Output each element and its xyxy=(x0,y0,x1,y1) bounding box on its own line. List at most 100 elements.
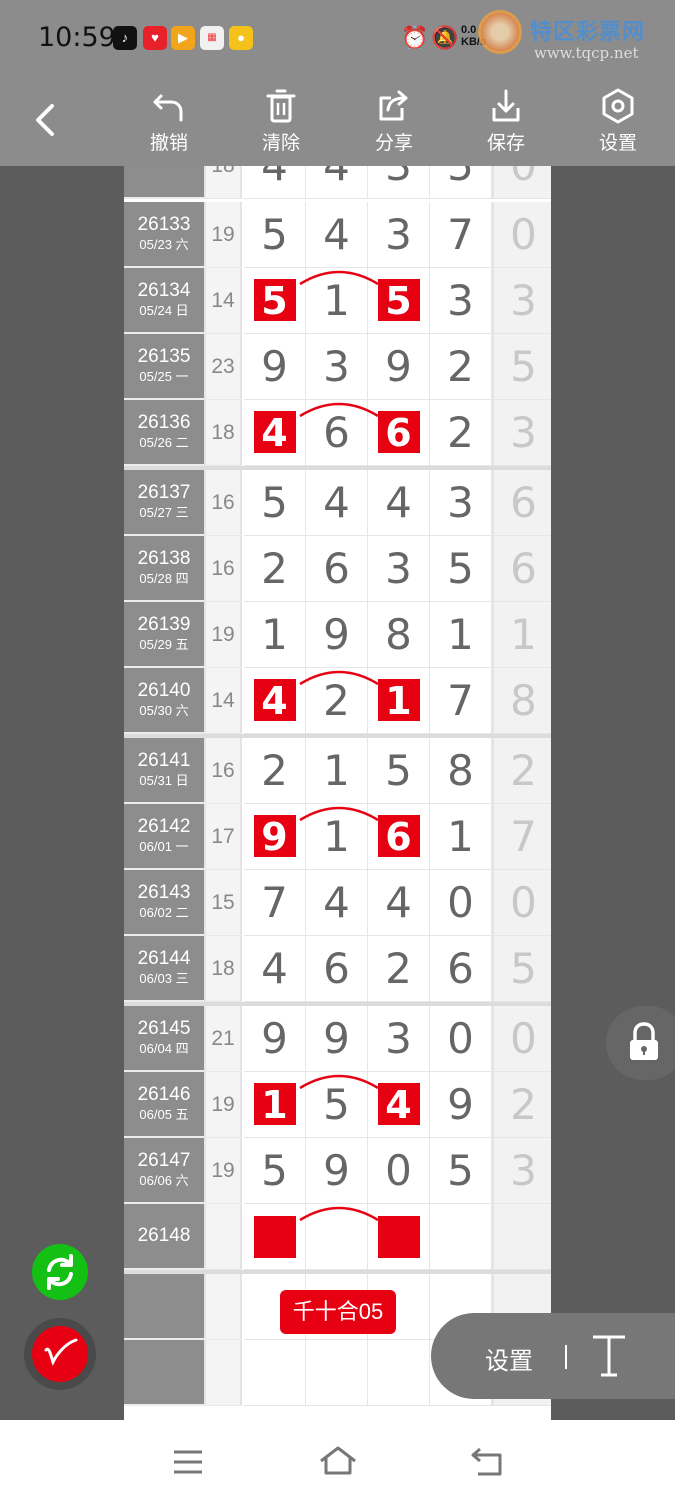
text-settings-pill[interactable]: 设置 xyxy=(431,1313,675,1399)
digit-cell[interactable]: 3 xyxy=(368,1006,430,1072)
digit-cell[interactable]: 0 xyxy=(368,1138,430,1204)
digit-cell[interactable]: 6 xyxy=(430,936,492,1002)
digit-cell[interactable]: 4 xyxy=(244,400,306,466)
digit-cell[interactable]: 3 xyxy=(368,202,430,268)
issue-cell: 26141 05/31 日 xyxy=(124,738,204,804)
digit-cell[interactable]: 5 xyxy=(430,1138,492,1204)
digit-cell[interactable]: 0 xyxy=(430,870,492,936)
digit-cell[interactable]: 9 xyxy=(306,1138,368,1204)
digit-cell[interactable]: 9 xyxy=(430,1072,492,1138)
digit-cell[interactable]: 5 xyxy=(430,166,492,199)
digit-cell[interactable]: 5 xyxy=(244,268,306,334)
digit-cell[interactable]: 3 xyxy=(492,400,551,466)
sum-cell: 14 xyxy=(204,668,242,734)
digit-cell[interactable]: 4 xyxy=(306,870,368,936)
digit-cell[interactable]: 6 xyxy=(306,936,368,1002)
lottery-table[interactable]: 05/22 五18443502613305/23 六19543702613405… xyxy=(124,166,551,1420)
digit-cell[interactable]: 8 xyxy=(368,602,430,668)
digit-cell[interactable]: 8 xyxy=(492,668,551,734)
digit-cell[interactable]: 6 xyxy=(492,470,551,536)
lock-button[interactable] xyxy=(606,1006,675,1080)
digit-cell[interactable]: 6 xyxy=(492,536,551,602)
digit-cell[interactable]: 3 xyxy=(492,268,551,334)
digit-cell[interactable]: 1 xyxy=(430,804,492,870)
digit-cell[interactable]: 1 xyxy=(244,1072,306,1138)
home-icon[interactable] xyxy=(318,1445,358,1477)
refresh-button[interactable] xyxy=(32,1244,88,1300)
digit-cell[interactable]: 5 xyxy=(492,334,551,400)
digit-cell[interactable] xyxy=(430,1204,492,1270)
digit-cell[interactable] xyxy=(244,1340,306,1406)
digit-cell[interactable]: 5 xyxy=(244,470,306,536)
digit-cell[interactable]: 1 xyxy=(492,602,551,668)
digit-value: 9 xyxy=(385,342,412,391)
digit-cell[interactable]: 2 xyxy=(430,334,492,400)
digit-cell[interactable]: 4 xyxy=(244,166,306,199)
menu-icon[interactable] xyxy=(171,1447,205,1477)
digit-cell[interactable]: 1 xyxy=(430,602,492,668)
digit-cell[interactable]: 5 xyxy=(368,738,430,804)
text-tool-icon[interactable] xyxy=(589,1333,629,1379)
digit-cell[interactable]: 5 xyxy=(492,936,551,1002)
undo-button[interactable]: 撤销 xyxy=(129,84,209,164)
digit-cell[interactable]: 9 xyxy=(244,334,306,400)
digit-cell[interactable]: 3 xyxy=(430,470,492,536)
digit-cell[interactable]: 5 xyxy=(244,1138,306,1204)
empty-highlight-box xyxy=(253,1216,296,1258)
digit-cell[interactable]: 2 xyxy=(244,738,306,804)
digit-cell[interactable]: 2 xyxy=(368,936,430,1002)
digit-cell[interactable]: 3 xyxy=(430,268,492,334)
save-button[interactable]: 保存 xyxy=(466,84,546,164)
digit-cell[interactable]: 9 xyxy=(368,334,430,400)
back-button[interactable] xyxy=(28,98,68,142)
draw-button[interactable] xyxy=(24,1318,96,1390)
digit-cell[interactable] xyxy=(492,1204,551,1270)
settings-button[interactable]: 设置 xyxy=(578,84,658,164)
digit-value: 4 xyxy=(323,478,350,527)
issue-number: 26135 xyxy=(137,346,191,367)
digit-cell[interactable]: 9 xyxy=(306,1006,368,1072)
digit-cell[interactable]: 0 xyxy=(492,1006,551,1072)
digit-cell[interactable]: 3 xyxy=(306,334,368,400)
digit-cell[interactable]: 4 xyxy=(368,870,430,936)
digit-cell[interactable]: 6 xyxy=(306,536,368,602)
alarm-icon: ⏰ xyxy=(401,25,429,50)
digit-cell[interactable]: 2 xyxy=(492,1072,551,1138)
digit-cell[interactable]: 7 xyxy=(492,804,551,870)
digit-cell[interactable]: 0 xyxy=(430,1006,492,1072)
digit-cell[interactable]: 1 xyxy=(306,738,368,804)
back-nav-icon[interactable] xyxy=(470,1446,506,1478)
share-button[interactable]: 分享 xyxy=(354,84,434,164)
digit-cell[interactable]: 2 xyxy=(244,536,306,602)
digit-cell[interactable] xyxy=(306,1340,368,1406)
digit-cell[interactable]: 2 xyxy=(492,738,551,804)
digit-cell[interactable]: 3 xyxy=(368,166,430,199)
digit-cell[interactable]: 5 xyxy=(244,202,306,268)
digit-cell[interactable]: 3 xyxy=(492,1138,551,1204)
digit-cell[interactable]: 7 xyxy=(430,668,492,734)
digit-cell[interactable]: 9 xyxy=(244,804,306,870)
digit-cell[interactable]: 7 xyxy=(430,202,492,268)
digit-cell[interactable]: 9 xyxy=(306,602,368,668)
digit-cell[interactable]: 4 xyxy=(244,936,306,1002)
digit-cell[interactable]: 8 xyxy=(430,738,492,804)
digit-cell[interactable]: 4 xyxy=(244,668,306,734)
digit-cell[interactable] xyxy=(244,1204,306,1270)
digit-cell[interactable]: 2 xyxy=(430,400,492,466)
highlighted-digit: 4 xyxy=(253,679,296,723)
digit-cell[interactable]: 4 xyxy=(306,166,368,199)
digit-cell[interactable]: 1 xyxy=(244,602,306,668)
digit-cell[interactable]: 4 xyxy=(306,470,368,536)
digit-cell[interactable]: 0 xyxy=(492,166,551,199)
digit-cell[interactable]: 3 xyxy=(368,536,430,602)
digit-cell[interactable]: 5 xyxy=(430,536,492,602)
clear-button[interactable]: 清除 xyxy=(241,84,321,164)
digit-cell[interactable]: 9 xyxy=(244,1006,306,1072)
digit-cell[interactable]: 0 xyxy=(492,202,551,268)
digit-cell[interactable]: 7 xyxy=(244,870,306,936)
digit-cell[interactable]: 4 xyxy=(306,202,368,268)
tag-label-button[interactable]: 千十合05 xyxy=(280,1290,396,1334)
digit-cell[interactable] xyxy=(368,1340,430,1406)
digit-cell[interactable]: 4 xyxy=(368,470,430,536)
digit-cell[interactable]: 0 xyxy=(492,870,551,936)
